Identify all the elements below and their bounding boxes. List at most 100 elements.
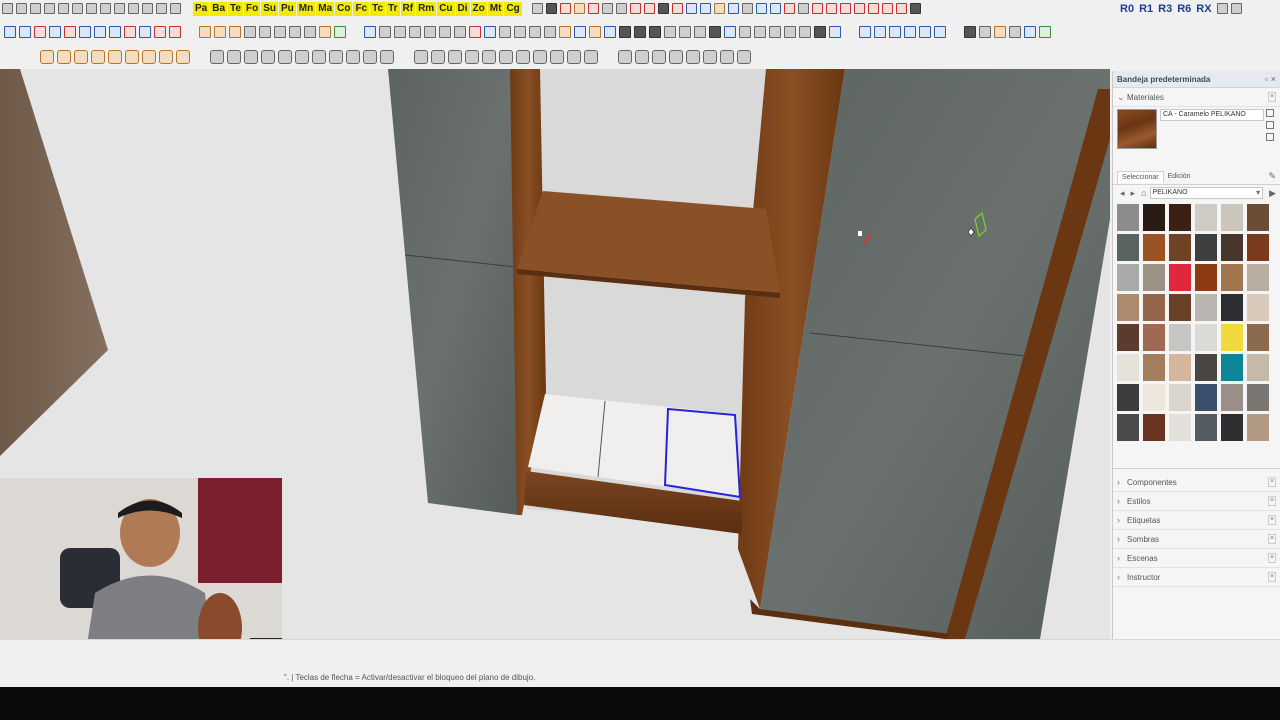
toolbar-icon[interactable] [58,3,69,14]
toolbar-icon[interactable] [713,3,725,14]
toolbar-icon[interactable] [380,50,394,64]
toolbar-icon[interactable] [214,26,226,38]
toolbar-icon[interactable] [964,26,976,38]
toolbar-icon[interactable] [615,3,627,14]
plugin-button-su[interactable]: Su [261,1,278,16]
material-swatch[interactable] [1169,294,1191,321]
toolbar-icon[interactable] [559,26,571,38]
toolbar-icon[interactable] [244,26,256,38]
toolbar-icon[interactable] [545,3,557,14]
toolbar-icon[interactable] [703,50,717,64]
toolbar-icon[interactable] [210,50,224,64]
toolbar-icon[interactable] [139,26,151,38]
panel-components[interactable]: › Componentes × [1113,473,1280,492]
material-swatch[interactable] [1169,414,1191,441]
material-swatch[interactable] [1169,384,1191,411]
material-swatch[interactable] [1247,324,1269,351]
toolbar-icon[interactable] [16,3,27,14]
create-material-icon[interactable] [1266,121,1274,129]
material-swatch[interactable] [1143,264,1165,291]
toolbar-icon[interactable] [895,3,907,14]
toolbar-icon[interactable] [783,3,795,14]
plugin-button-co[interactable]: Co [335,1,353,16]
toolbar-icon[interactable] [686,50,700,64]
toolbar-icon[interactable] [304,26,316,38]
toolbar-icon[interactable] [587,3,599,14]
plugin-button-mn[interactable]: Mn [296,1,316,16]
library-select[interactable]: PELIKANO [1149,187,1264,199]
toolbar-icon[interactable] [839,3,851,14]
plugin-button-tr[interactable]: Tr [386,1,400,16]
toolbar-icon[interactable] [142,3,153,14]
toolbar-icon[interactable] [454,26,466,38]
material-swatch[interactable] [1247,414,1269,441]
toolbar-icon[interactable] [516,50,530,64]
toolbar-icon[interactable] [334,26,346,38]
plugin-button-di[interactable]: Di [455,1,470,16]
toolbar-icon[interactable] [431,50,445,64]
rotate-rx-button[interactable]: RX [1196,3,1211,15]
material-swatch[interactable] [1143,234,1165,261]
toolbar-icon[interactable] [649,26,661,38]
toolbar-icon[interactable] [671,3,683,14]
plugin-button-ba[interactable]: Ba [210,1,228,16]
material-swatch[interactable] [1195,354,1217,381]
panel-shadows[interactable]: › Sombras × [1113,530,1280,549]
material-swatch[interactable] [1221,324,1243,351]
toolbar-icon[interactable] [574,26,586,38]
material-swatch[interactable] [1247,294,1269,321]
material-swatch[interactable] [1143,324,1165,351]
toolbar-icon[interactable] [499,50,513,64]
material-swatch[interactable] [1221,264,1243,291]
toolbar-icon[interactable] [531,3,543,14]
toolbar-icon[interactable] [859,26,871,38]
toolbar-icon[interactable] [811,3,823,14]
panel-tags[interactable]: › Etiquetas × [1113,511,1280,530]
select-icon[interactable] [4,26,16,38]
toolbar-icon[interactable] [694,26,706,38]
toolbar-icon[interactable] [49,26,61,38]
plugin-button-mt[interactable]: Mt [487,1,504,16]
toolbar-icon[interactable] [156,3,167,14]
material-swatch[interactable] [1195,384,1217,411]
material-swatch[interactable] [1221,354,1243,381]
material-swatch[interactable] [1221,384,1243,411]
plugin-button-fo[interactable]: Fo [243,1,261,16]
toolbar-icon[interactable] [1024,26,1036,38]
toolbar-icon[interactable] [79,26,91,38]
toolbar-icon[interactable] [274,26,286,38]
toolbar-icon[interactable] [533,50,547,64]
pin-icon[interactable]: ▫ [1265,74,1268,84]
toolbar-icon[interactable] [584,50,598,64]
toolbar-icon[interactable] [643,3,655,14]
toolbar-icon[interactable] [769,26,781,38]
eyedropper-icon[interactable]: ✎ [1268,171,1276,182]
material-swatch[interactable] [1117,414,1139,441]
material-swatch[interactable] [1195,324,1217,351]
close-icon[interactable]: × [1268,496,1276,506]
home-icon[interactable]: ⌂ [1141,188,1146,198]
material-swatch[interactable] [1247,354,1269,381]
toolbar-icon[interactable] [629,3,641,14]
toolbar-icon[interactable] [618,50,632,64]
toolbar-icon[interactable] [94,26,106,38]
back-icon[interactable]: ◂ [1120,188,1125,199]
lock-icon[interactable] [1266,109,1274,117]
close-icon[interactable]: × [1271,74,1276,84]
toolbar-icon[interactable] [797,3,809,14]
material-swatch[interactable] [1117,354,1139,381]
toolbar-icon[interactable] [159,50,173,64]
material-swatch[interactable] [1247,234,1269,261]
toolbar-icon[interactable] [755,3,767,14]
toolbar-icon[interactable] [176,50,190,64]
toolbar-icon[interactable] [484,26,496,38]
toolbar-icon[interactable] [499,26,511,38]
toolbar-icon[interactable] [34,26,46,38]
toolbar-icon[interactable] [741,3,753,14]
panel-scenes[interactable]: › Escenas × [1113,549,1280,568]
toolbar-icon[interactable] [30,3,41,14]
close-icon[interactable]: × [1268,572,1276,582]
toolbar-icon[interactable] [635,50,649,64]
forward-icon[interactable]: ▸ [1131,188,1136,199]
toolbar-icon[interactable] [364,26,376,38]
